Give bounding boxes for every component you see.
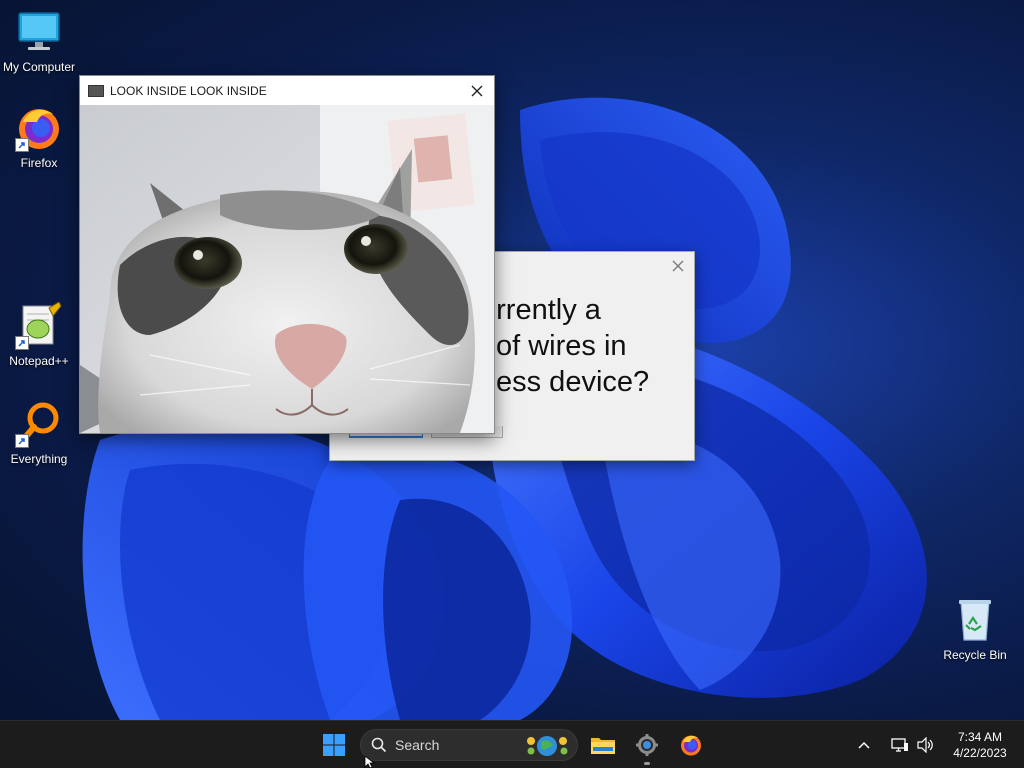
desktop-icon-recycle-bin[interactable]: Recycle Bin xyxy=(937,596,1013,662)
shortcut-arrow-icon xyxy=(15,336,29,350)
close-button[interactable] xyxy=(668,256,688,276)
clock-date: 4/22/2023 xyxy=(953,746,1007,760)
desktop-icon-label: Everything xyxy=(10,452,68,466)
taskbar-settings[interactable] xyxy=(627,725,667,765)
shortcut-arrow-icon xyxy=(15,434,29,448)
volume-control[interactable] xyxy=(912,725,940,765)
speaker-icon xyxy=(917,737,933,753)
mouse-cursor-icon xyxy=(364,756,376,768)
firefox-icon xyxy=(15,104,63,152)
chevron-up-icon xyxy=(858,741,870,749)
desktop-icon-my-computer[interactable]: My Computer xyxy=(1,8,77,74)
window-title: LOOK INSIDE LOOK INSIDE xyxy=(110,83,267,98)
shortcut-arrow-icon xyxy=(15,138,29,152)
notepadpp-icon xyxy=(15,301,63,350)
running-indicator xyxy=(644,762,650,765)
close-icon xyxy=(471,85,483,97)
network-icon xyxy=(891,738,908,752)
file-explorer-icon xyxy=(591,738,615,754)
firefox-icon xyxy=(681,735,701,756)
taskbar: Search 7:34 AM 4/22/2023 xyxy=(0,720,1024,768)
desktop-icon-label: Firefox xyxy=(20,156,58,170)
desktop-icon-everything[interactable]: Everything xyxy=(1,400,77,466)
settings-icon xyxy=(636,734,658,756)
taskbar-file-explorer[interactable] xyxy=(583,725,623,765)
show-hidden-icons-button[interactable] xyxy=(848,725,880,765)
taskbar-search-box[interactable]: Search xyxy=(360,729,578,761)
close-button[interactable] xyxy=(466,80,488,102)
window-app-icon xyxy=(88,84,104,97)
everything-search-icon xyxy=(15,400,63,448)
desktop-icon-firefox[interactable]: Firefox xyxy=(1,104,77,170)
windows-start-icon xyxy=(323,734,345,756)
start-button[interactable] xyxy=(314,725,354,765)
search-placeholder: Search xyxy=(395,737,440,753)
clock-time: 7:34 AM xyxy=(957,730,1003,744)
close-icon xyxy=(672,260,684,272)
recycle-bin-icon xyxy=(951,596,999,644)
desktop-icon-label: Notepad++ xyxy=(9,354,69,368)
taskbar-firefox[interactable] xyxy=(671,725,711,765)
window-titlebar[interactable]: LOOK INSIDE LOOK INSIDE xyxy=(80,76,494,105)
cat-window[interactable]: LOOK INSIDE LOOK INSIDE xyxy=(79,75,495,434)
desktop-icon-notepadpp[interactable]: Notepad++ xyxy=(1,301,77,368)
desktop-icon-label: Recycle Bin xyxy=(943,648,1007,662)
search-highlight-icon xyxy=(527,736,568,756)
cat-picture xyxy=(80,105,494,433)
system-clock[interactable]: 7:34 AM 4/22/2023 xyxy=(948,729,1012,761)
desktop-icon-label: My Computer xyxy=(2,60,76,74)
monitor-icon xyxy=(15,8,63,56)
network-status[interactable] xyxy=(886,725,914,765)
search-icon xyxy=(371,737,387,753)
